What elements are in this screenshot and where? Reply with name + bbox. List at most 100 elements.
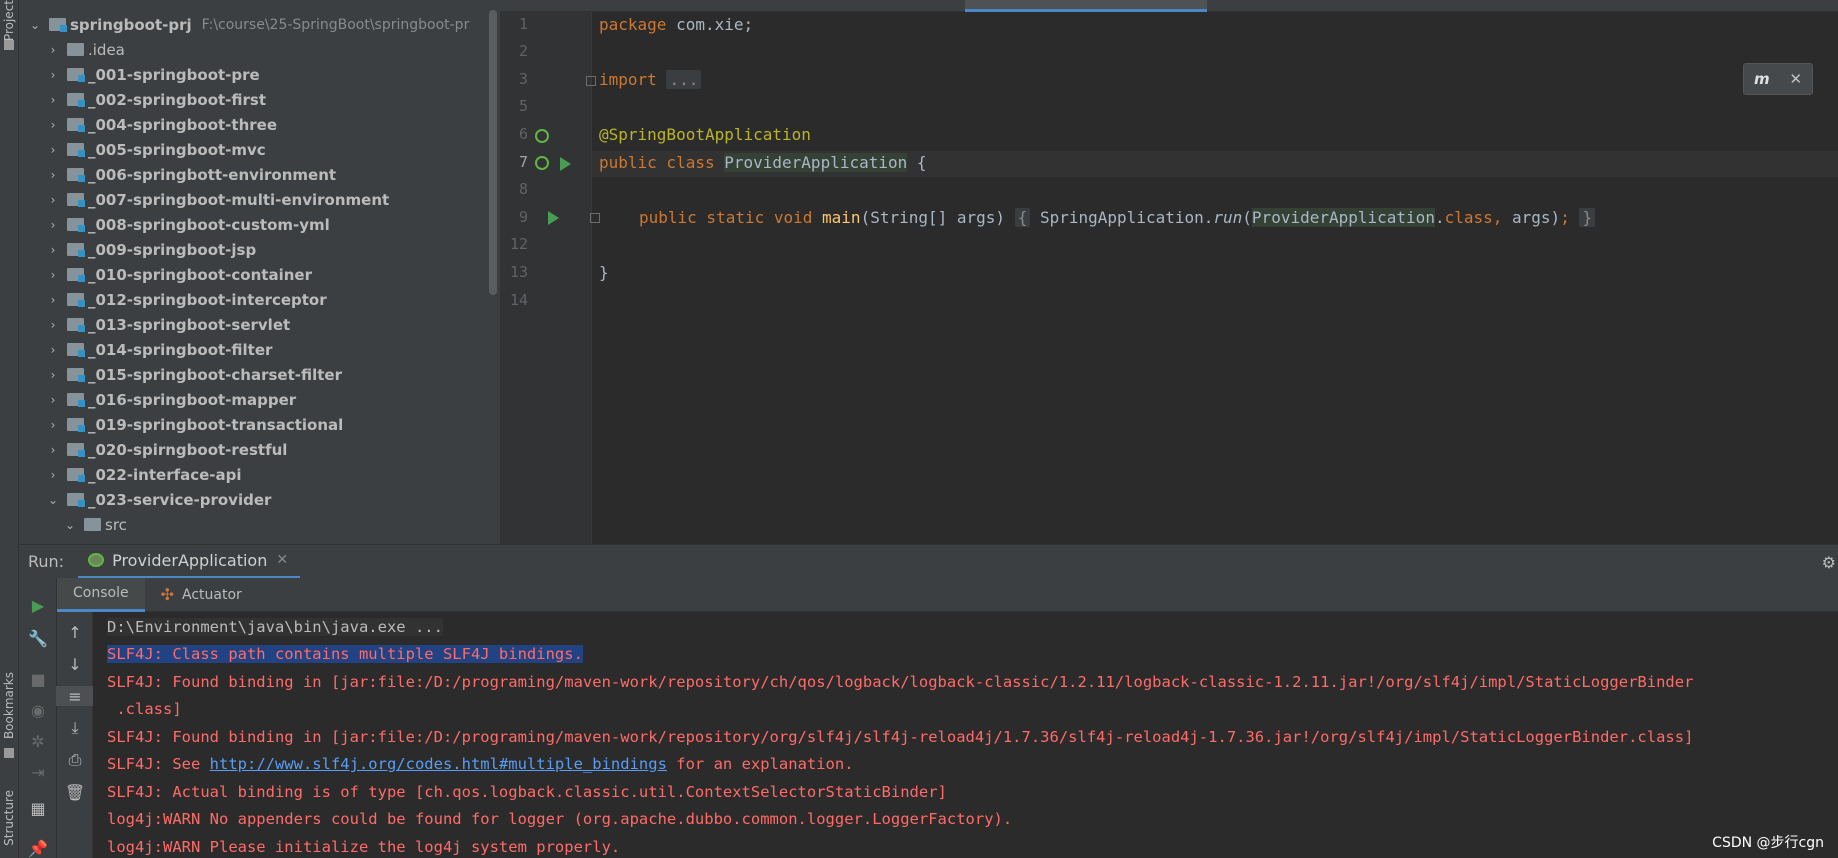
run-class-icon[interactable] [560, 157, 571, 171]
folder-icon [67, 493, 85, 507]
tree-item-label: _014-springboot-filter [88, 340, 273, 359]
chevron-right-icon[interactable]: › [47, 468, 59, 482]
chevron-down-icon[interactable]: ⌄ [29, 18, 41, 32]
chevron-right-icon[interactable]: › [47, 293, 59, 307]
chevron-right-icon[interactable]: › [47, 343, 59, 357]
tree-item-label: _001-springboot-pre [88, 65, 260, 84]
tree-item-label: _013-springboot-servlet [88, 315, 291, 334]
chevron-right-icon[interactable]: › [47, 43, 59, 57]
maven-reload-popup: m ✕ [1743, 63, 1813, 95]
chevron-right-icon[interactable]: › [47, 93, 59, 107]
tree-item[interactable]: › _001-springboot-pre [19, 62, 500, 87]
run-config-tab-label: ProviderApplication [112, 550, 268, 570]
tree-item[interactable]: › _009-springboot-jsp [19, 237, 500, 262]
tree-item[interactable]: › _007-springboot-multi-environment [19, 187, 500, 212]
tree-item[interactable]: › _020-spirngboot-restful [19, 437, 500, 462]
structure-tool-label[interactable]: Structure [2, 790, 16, 846]
trash-icon[interactable]: 🗑 [56, 782, 94, 802]
active-editor-tab[interactable] [965, 0, 1207, 12]
run-label: Run: [28, 552, 65, 571]
chevron-right-icon[interactable]: › [47, 393, 59, 407]
chevron-right-icon[interactable]: › [47, 143, 59, 157]
tree-item[interactable]: ⌄ _023-service-provider [19, 487, 500, 512]
chevron-right-icon[interactable]: › [47, 418, 59, 432]
line-number: 7 [518, 153, 528, 171]
tree-item[interactable]: › _015-springboot-charset-filter [19, 362, 500, 387]
code-line-13: } [599, 263, 609, 282]
tree-item[interactable]: › _016-springboot-mapper [19, 387, 500, 412]
arrow-down-icon[interactable]: ↓ [56, 654, 94, 674]
spring-boot-run-icon[interactable] [535, 156, 549, 170]
rerun-icon[interactable]: ▶ [19, 595, 57, 615]
tree-item-label: _022-interface-api [88, 465, 242, 484]
project-panel: ⌄ springboot-prj F:\course\25-SpringBoot… [19, 0, 500, 544]
arrow-up-icon[interactable]: ↑ [56, 622, 94, 642]
print-icon[interactable]: ⎙ [56, 750, 94, 770]
tree-item[interactable]: › _002-springboot-first [19, 87, 500, 112]
tab-actuator[interactable]: ✣ Actuator [145, 585, 254, 604]
run-main-icon[interactable] [548, 211, 559, 225]
chevron-right-icon[interactable]: › [47, 443, 59, 457]
line-number: 1 [518, 15, 528, 33]
settings-icon[interactable]: ✲ [19, 731, 57, 751]
gear-icon[interactable]: ⚙ [1822, 553, 1836, 572]
console-output[interactable]: D:\Environment\java\bin\java.exe ... SLF… [93, 612, 1838, 858]
maven-reload-icon[interactable]: m [1754, 70, 1770, 88]
folder-icon [67, 68, 85, 82]
project-tool-label[interactable]: Project [2, 0, 16, 41]
tree-item[interactable]: › _008-springboot-custom-yml [19, 212, 500, 237]
bookmarks-tool-label[interactable]: Bookmarks [2, 672, 16, 739]
tree-item[interactable]: › _004-springboot-three [19, 112, 500, 137]
tree-scrollbar[interactable] [489, 10, 497, 295]
layout-icon[interactable]: ▦ [19, 798, 57, 818]
tree-root[interactable]: ⌄ springboot-prj F:\course\25-SpringBoot… [19, 12, 500, 37]
wrench-icon[interactable]: 🔧 [19, 628, 57, 648]
close-icon[interactable]: ✕ [276, 552, 288, 568]
close-icon[interactable]: ✕ [1789, 70, 1802, 88]
chevron-right-icon[interactable]: › [47, 318, 59, 332]
fold-import-icon[interactable] [586, 76, 596, 86]
code-editor[interactable] [592, 12, 1838, 544]
chevron-right-icon[interactable]: › [47, 168, 59, 182]
slf4j-link[interactable]: http://www.slf4j.org/codes.html#multiple… [210, 755, 667, 773]
pin-icon[interactable]: 📌 [19, 838, 57, 858]
tree-item[interactable]: › _022-interface-api [19, 462, 500, 487]
spring-boot-icon [88, 553, 105, 567]
spring-bean-icon[interactable] [535, 129, 549, 143]
chevron-right-icon[interactable]: › [47, 68, 59, 82]
scroll-to-end-icon[interactable]: ⤓ [56, 718, 94, 738]
tree-item[interactable]: › _019-springboot-transactional [19, 412, 500, 437]
stop-icon[interactable]: ■ [19, 669, 57, 689]
tree-item[interactable]: › _005-springboot-mvc [19, 137, 500, 162]
chevron-right-icon[interactable]: › [47, 368, 59, 382]
import-fold[interactable]: ... [666, 70, 702, 89]
tree-item[interactable]: › _013-springboot-servlet [19, 312, 500, 337]
tree-item[interactable]: › _006-springbott-environment [19, 162, 500, 187]
folder-icon [67, 468, 85, 482]
chevron-right-icon[interactable]: › [47, 268, 59, 282]
chevron-down-icon[interactable]: ⌄ [64, 518, 76, 532]
fold-method-icon[interactable] [590, 213, 600, 223]
folder-icon [67, 343, 85, 357]
exit-icon[interactable]: ⇥ [19, 762, 57, 782]
chevron-down-icon[interactable]: ⌄ [47, 493, 59, 507]
soft-wrap-icon[interactable]: ≡ [56, 686, 94, 706]
project-tool-icon[interactable] [4, 40, 14, 50]
folder-icon [67, 193, 85, 207]
left-tool-strip: Project Bookmarks Structure [0, 0, 19, 858]
chevron-right-icon[interactable]: › [47, 193, 59, 207]
tree-item[interactable]: › _014-springboot-filter [19, 337, 500, 362]
run-config-tab[interactable]: ProviderApplication ✕ [78, 545, 301, 579]
chevron-right-icon[interactable]: › [47, 118, 59, 132]
line-number: 12 [509, 235, 528, 253]
chevron-right-icon[interactable]: › [47, 218, 59, 232]
camera-icon[interactable]: ◉ [19, 700, 57, 720]
tree-item[interactable]: › _012-springboot-interceptor [19, 287, 500, 312]
tree-item-label: _006-springbott-environment [88, 165, 337, 184]
tree-item[interactable]: ⌄ src [19, 512, 500, 537]
chevron-right-icon[interactable]: › [47, 243, 59, 257]
tab-console[interactable]: Console [57, 577, 145, 612]
tree-item[interactable]: › _010-springboot-container [19, 262, 500, 287]
tree-item[interactable]: › .idea [19, 37, 500, 62]
bookmark-icon[interactable] [4, 748, 14, 758]
